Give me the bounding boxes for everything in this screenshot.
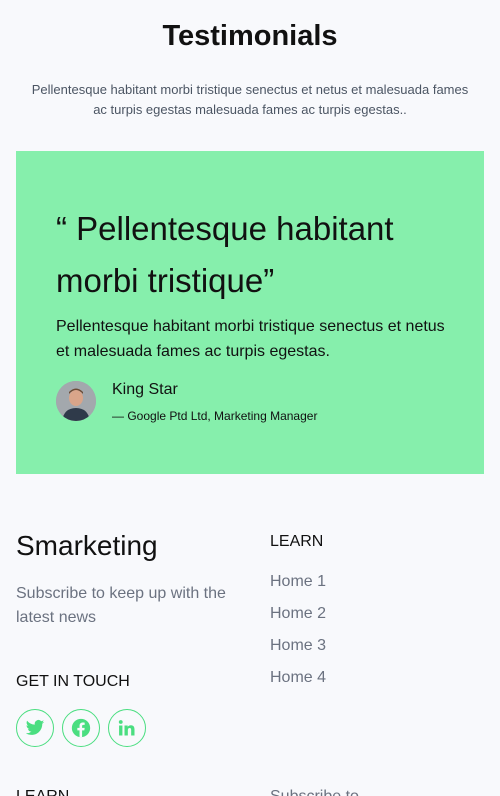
facebook-icon xyxy=(71,718,91,738)
facebook-button[interactable] xyxy=(62,709,100,747)
twitter-button[interactable] xyxy=(16,709,54,747)
footer-brand: Smarketing xyxy=(16,530,158,561)
testimonials-title: Testimonials xyxy=(162,20,338,52)
testimonial-quote: “ Pellentesque habitant morbi tristique” xyxy=(56,210,394,299)
learn-links: Home 1 Home 2 Home 3 Home 4 xyxy=(270,570,326,698)
testimonial-card: “ Pellentesque habitant morbi tristique”… xyxy=(16,151,484,474)
learn-link-home-1[interactable]: Home 1 xyxy=(270,570,326,602)
avatar xyxy=(56,381,96,421)
get-in-touch-title: GET IN TOUCH xyxy=(16,673,130,690)
subscribe-text: Subscribe to keep up with the latest new… xyxy=(16,585,226,626)
social-links xyxy=(16,709,146,747)
testimonial-body: Pellentesque habitant morbi tristique se… xyxy=(56,318,445,360)
twitter-icon xyxy=(25,720,45,735)
learn-link-home-2[interactable]: Home 2 xyxy=(270,602,326,634)
learn-link-home-3[interactable]: Home 3 xyxy=(270,634,326,666)
avatar-image xyxy=(56,381,96,421)
bottom-learn-title: LEARN xyxy=(16,788,69,796)
learn-title: LEARN xyxy=(270,533,324,550)
learn-link-home-4[interactable]: Home 4 xyxy=(270,666,326,698)
author-name: King Star xyxy=(112,381,178,398)
testimonials-intro: Pellentesque habitant morbi tristique se… xyxy=(31,82,469,117)
bottom-subscribe-label: Subscribe to xyxy=(270,788,359,796)
linkedin-button[interactable] xyxy=(108,709,146,747)
testimonial-author: King Star — Google Ptd Ltd, Marketing Ma… xyxy=(56,381,456,423)
linkedin-icon xyxy=(118,720,135,736)
author-role: — Google Ptd Ltd, Marketing Manager xyxy=(112,409,318,423)
